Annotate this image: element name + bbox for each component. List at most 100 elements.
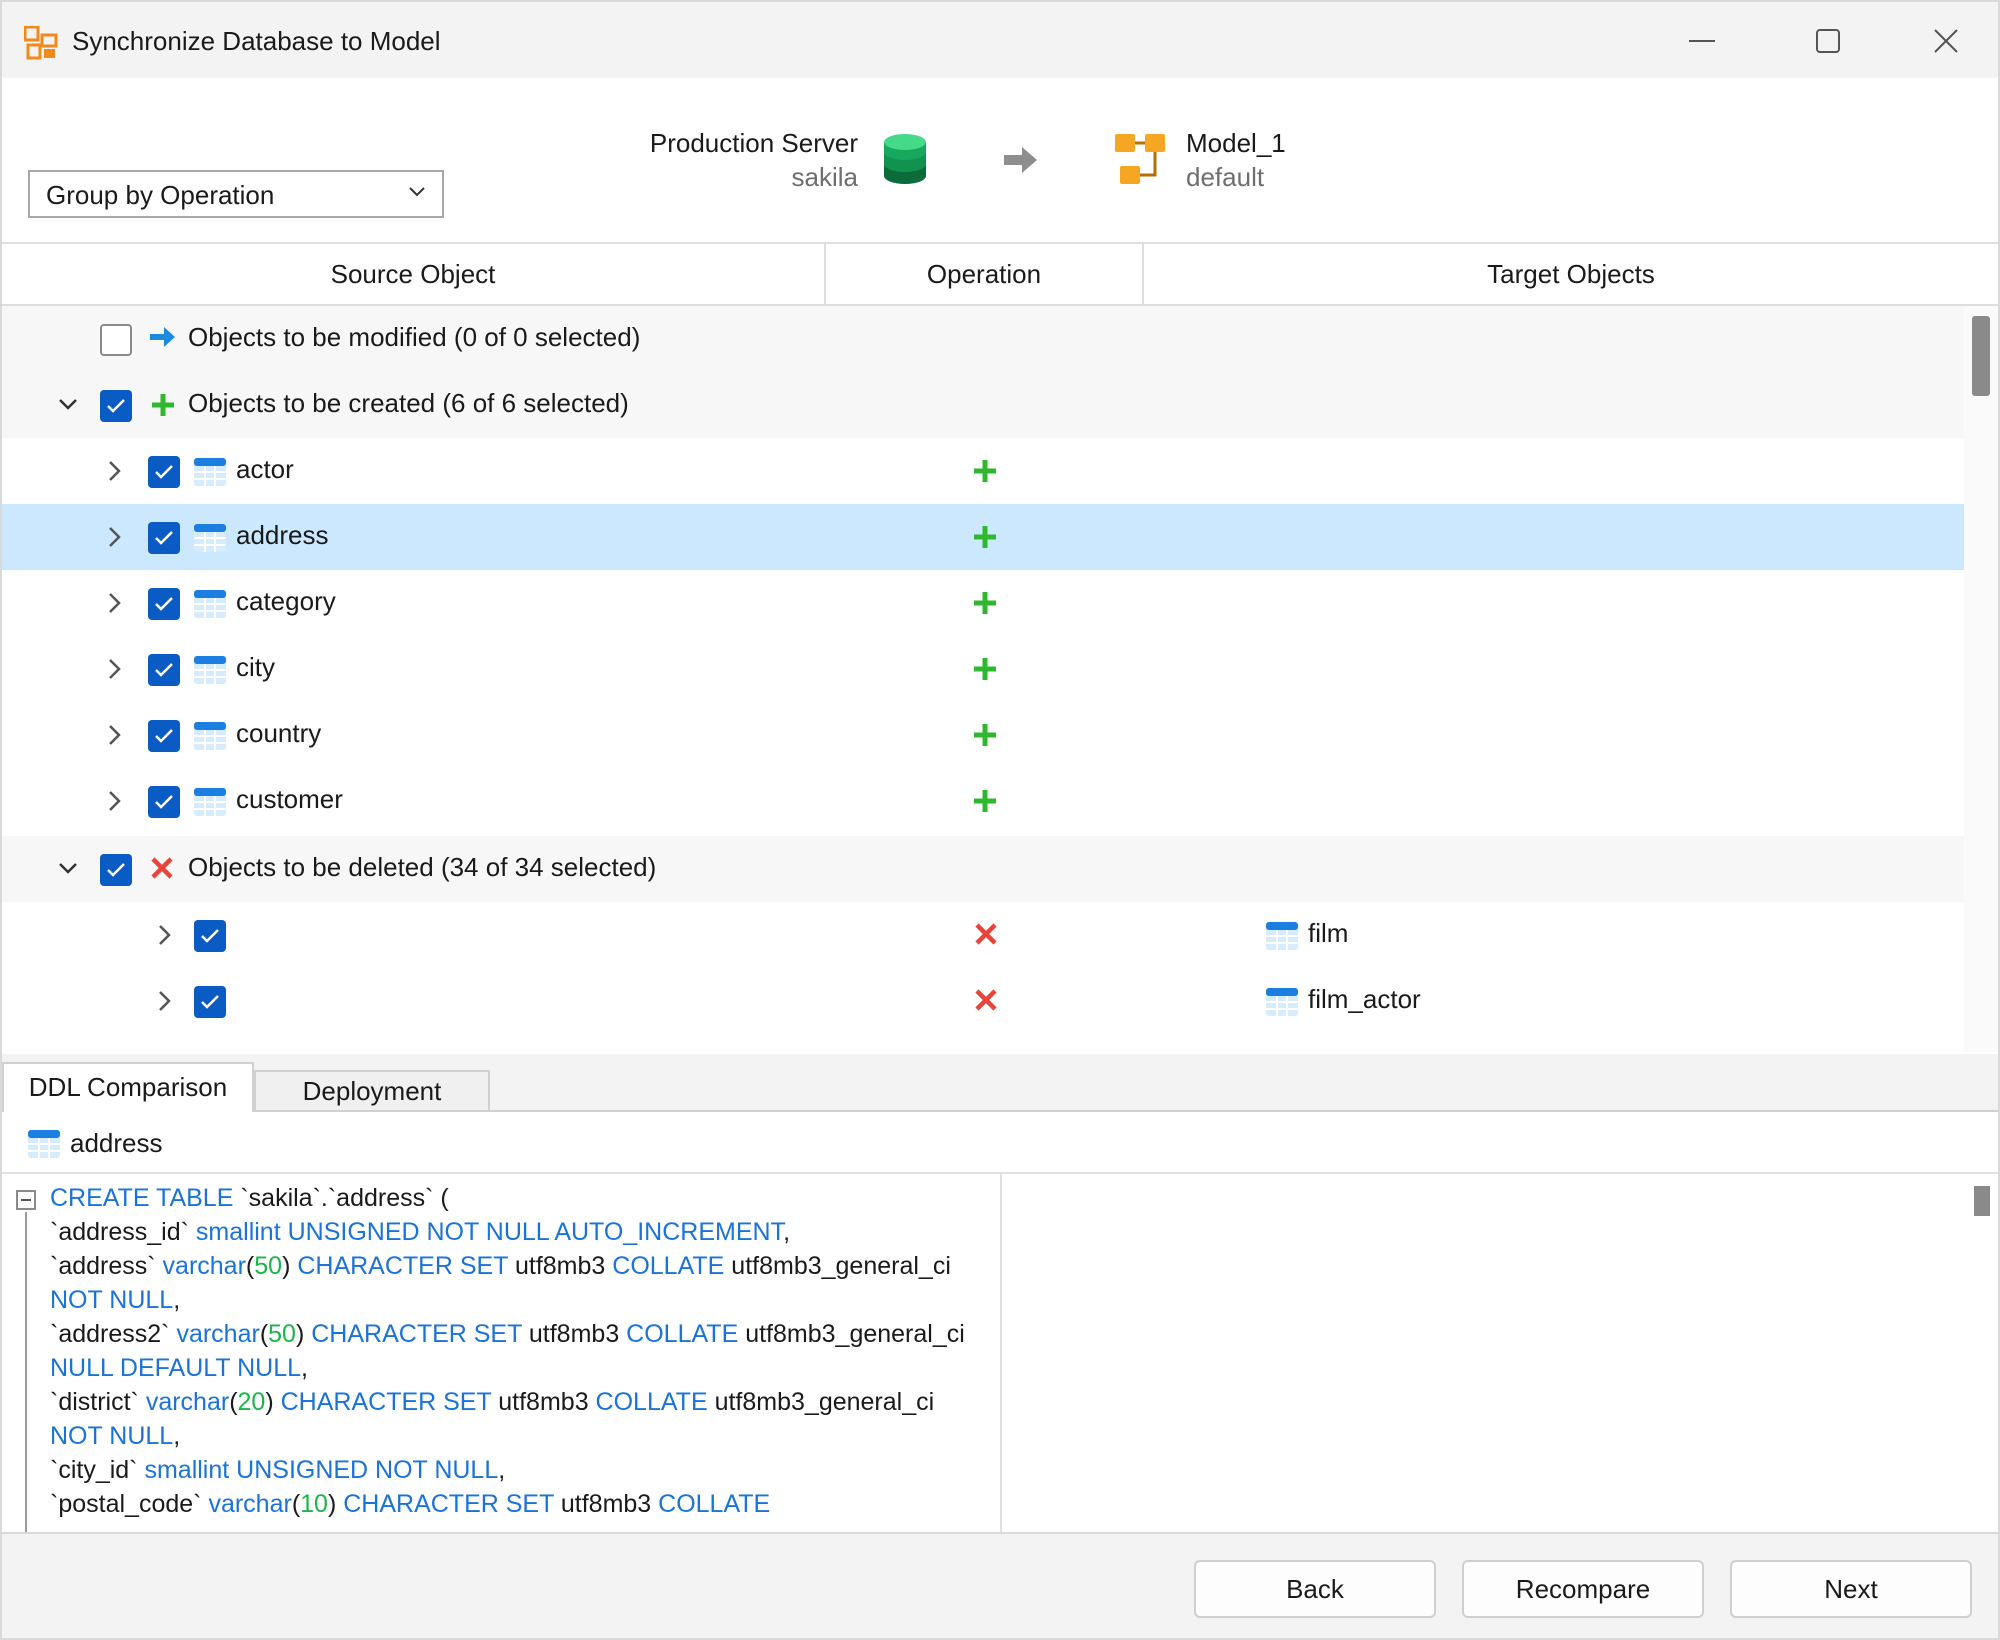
delete-x-icon [151, 857, 173, 879]
source-object-name: country [236, 718, 322, 748]
code-line: `address2` varchar(50) CHARACTER SET utf… [50, 1320, 965, 1349]
chevron-down-icon [409, 187, 425, 197]
code-text: ) [295, 1320, 312, 1348]
group-row-created[interactable]: Objects to be created (6 of 6 selected) [2, 372, 1964, 438]
table-row[interactable]: film [2, 902, 1964, 968]
chevron-right-icon[interactable] [158, 990, 172, 1012]
chevron-down-icon[interactable] [58, 398, 78, 412]
grid-scrollbar[interactable] [1964, 306, 1998, 1052]
selected-object-bar: address [2, 1112, 1998, 1174]
table-row[interactable]: customer [2, 768, 1964, 834]
collapse-icon[interactable] [16, 1190, 36, 1210]
table-row[interactable]: film_actor [2, 968, 1964, 1034]
code-text: ( [259, 1320, 269, 1348]
title-bar: Synchronize Database to Model [2, 2, 1998, 78]
table-row[interactable]: category [2, 570, 1964, 636]
checkbox-created[interactable] [100, 390, 132, 422]
next-button[interactable]: Next [1730, 1560, 1972, 1618]
column-target-objects[interactable]: Target Objects [1144, 244, 1998, 304]
tab-ddl-comparison[interactable]: DDL Comparison [2, 1062, 254, 1114]
row-checkbox[interactable] [148, 588, 180, 620]
close-button[interactable] [1916, 16, 1976, 66]
group-by-value: Group by Operation [46, 180, 275, 210]
code-number: 10 [300, 1490, 328, 1518]
source-object-name: category [236, 586, 336, 616]
plus-icon [974, 790, 996, 812]
table-icon [194, 656, 226, 684]
plus-icon [974, 724, 996, 746]
chevron-right-icon[interactable] [108, 724, 122, 746]
table-icon [194, 788, 226, 816]
tab-deployment-script[interactable]: Deployment Script [254, 1070, 490, 1144]
plus-icon [152, 394, 174, 416]
chevron-right-icon[interactable] [158, 924, 172, 946]
recompare-button[interactable]: Recompare [1462, 1560, 1704, 1618]
source-object-name: city [236, 652, 275, 682]
chevron-right-icon[interactable] [108, 658, 122, 680]
code-keyword: NOT NULL [50, 1422, 174, 1450]
delete-x-icon [975, 923, 997, 945]
check-icon [201, 929, 219, 943]
ddl-scrollbar-thumb[interactable] [1974, 1186, 1990, 1216]
group-by-dropdown[interactable]: Group by Operation [28, 170, 444, 218]
checkbox-modified[interactable] [100, 324, 132, 356]
row-checkbox[interactable] [194, 986, 226, 1018]
table-row[interactable]: city [2, 636, 1964, 702]
source-server-name: Production Server [649, 128, 858, 158]
model-icon [1115, 134, 1165, 184]
maximize-button[interactable] [1798, 16, 1858, 66]
check-icon [155, 531, 173, 545]
code-keyword: varchar [162, 1252, 246, 1280]
row-checkbox[interactable] [194, 920, 226, 952]
row-checkbox[interactable] [148, 654, 180, 686]
ddl-target-panel[interactable] [1004, 1174, 1964, 1532]
code-keyword: smallint UNSIGNED NOT NULL AUTO_INCREMEN… [195, 1218, 784, 1246]
back-button[interactable]: Back [1194, 1560, 1436, 1618]
checkbox-deleted[interactable] [100, 854, 132, 886]
chevron-right-icon[interactable] [108, 460, 122, 482]
table-icon [194, 524, 226, 552]
selected-object-name: address [70, 1128, 163, 1158]
grid-scrollbar-thumb[interactable] [1972, 316, 1990, 396]
fold-guide-line [25, 1212, 27, 1532]
code-keyword: smallint UNSIGNED NOT NULL [144, 1456, 499, 1484]
table-icon [194, 458, 226, 486]
plus-icon [974, 658, 996, 680]
column-operation[interactable]: Operation [826, 244, 1144, 304]
minimize-button[interactable] [1672, 16, 1732, 66]
source-object-name: customer [236, 784, 343, 814]
ddl-source-panel[interactable]: CREATE TABLE `sakila`.`address` ( `addre… [2, 1174, 1002, 1532]
table-row[interactable]: actor [2, 438, 1964, 504]
tabs-bar: DDL Comparison Deployment Script [2, 1054, 1998, 1144]
code-line: NOT NULL, [50, 1422, 180, 1451]
group-row-modified[interactable]: Objects to be modified (0 of 0 selected) [2, 306, 1964, 372]
table-icon [194, 722, 226, 750]
code-line: NOT NULL, [50, 1286, 180, 1315]
group-label-modified: Objects to be modified (0 of 0 selected) [188, 322, 641, 352]
sync-dialog: Synchronize Database to Model Group by O… [0, 0, 2000, 1640]
row-checkbox[interactable] [148, 786, 180, 818]
group-row-deleted[interactable]: Objects to be deleted (34 of 34 selected… [2, 836, 1964, 902]
row-checkbox[interactable] [148, 522, 180, 554]
chevron-down-icon[interactable] [58, 862, 78, 876]
close-icon [1934, 29, 1958, 53]
code-keyword: COLLATE [626, 1320, 746, 1348]
code-number: 20 [237, 1388, 266, 1416]
chevron-right-icon[interactable] [108, 790, 122, 812]
chevron-right-icon[interactable] [108, 526, 122, 548]
table-row[interactable]: address [2, 504, 1964, 570]
grid-header: Source Object Operation Target Objects [2, 242, 1998, 306]
row-checkbox[interactable] [148, 720, 180, 752]
code-text: `city_id` [50, 1456, 145, 1484]
code-number: 50 [254, 1252, 283, 1280]
code-text: ) [265, 1388, 281, 1416]
row-checkbox[interactable] [148, 456, 180, 488]
check-icon [201, 995, 219, 1009]
dialog-footer: Back Recompare Next [2, 1532, 1998, 1638]
ddl-scrollbar[interactable] [1964, 1174, 1998, 1532]
code-line: NULL DEFAULT NULL, [50, 1354, 308, 1383]
column-source-object[interactable]: Source Object [2, 244, 826, 304]
chevron-right-icon[interactable] [108, 592, 122, 614]
arrow-right-icon [1004, 147, 1037, 173]
table-row[interactable]: country [2, 702, 1964, 768]
